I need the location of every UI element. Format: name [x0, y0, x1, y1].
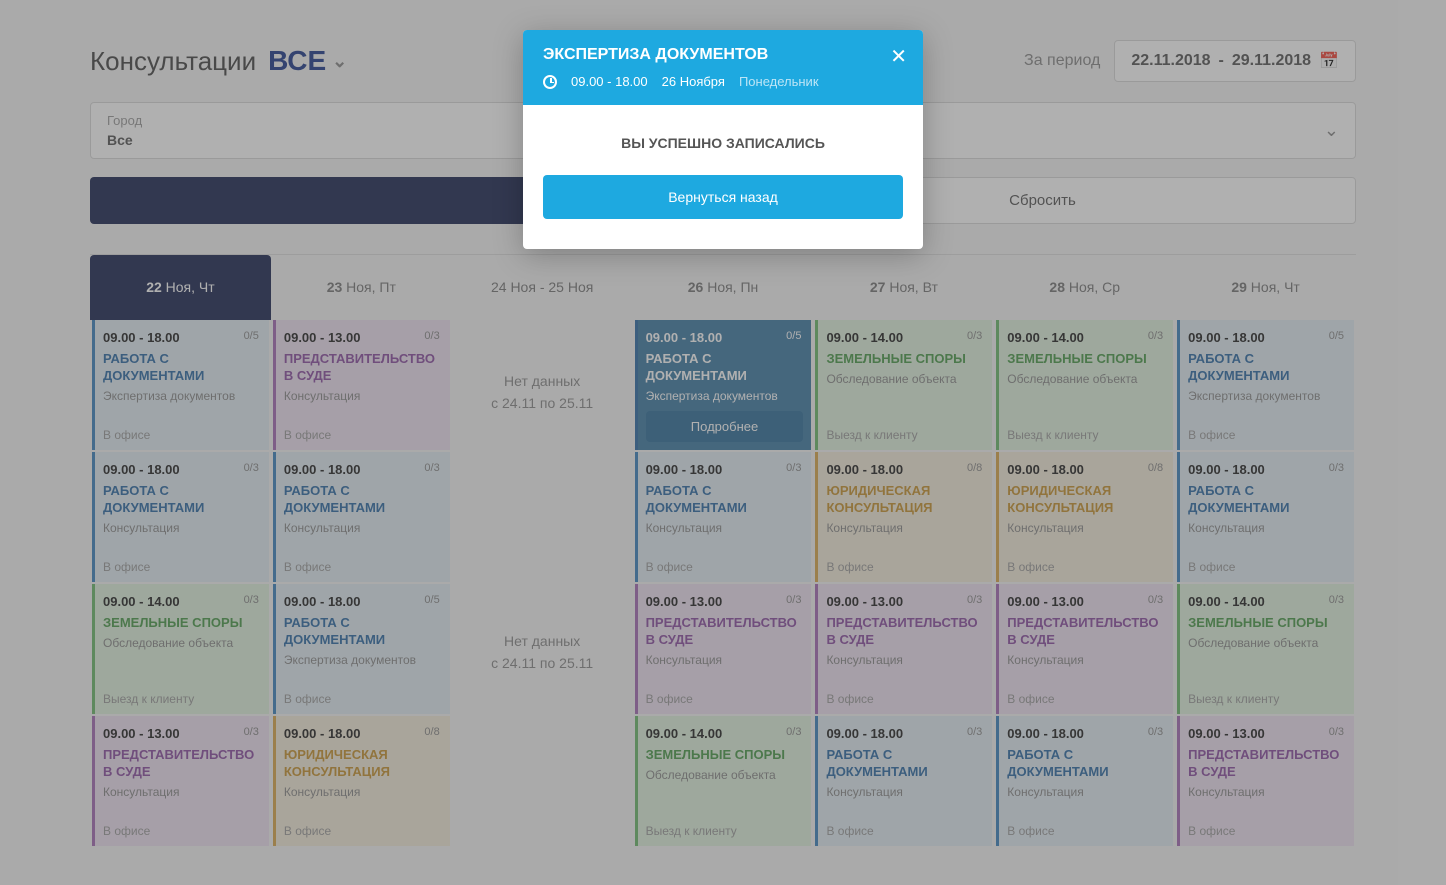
back-button[interactable]: Вернуться назад: [543, 175, 903, 219]
success-message: ВЫ УСПЕШНО ЗАПИСАЛИСЬ: [543, 135, 903, 151]
modal-date: 26 Ноября: [662, 74, 725, 89]
modal-title: ЭКСПЕРТИЗА ДОКУМЕНТОВ: [543, 46, 903, 64]
close-icon[interactable]: ✕: [890, 44, 907, 69]
success-modal: ЭКСПЕРТИЗА ДОКУМЕНТОВ ✕ 09.00 - 18.00 26…: [523, 30, 923, 249]
modal-overlay: ЭКСПЕРТИЗА ДОКУМЕНТОВ ✕ 09.00 - 18.00 26…: [0, 0, 1446, 885]
modal-time: 09.00 - 18.00: [571, 74, 648, 89]
clock-icon: [543, 75, 557, 89]
modal-weekday: Понедельник: [739, 74, 819, 89]
